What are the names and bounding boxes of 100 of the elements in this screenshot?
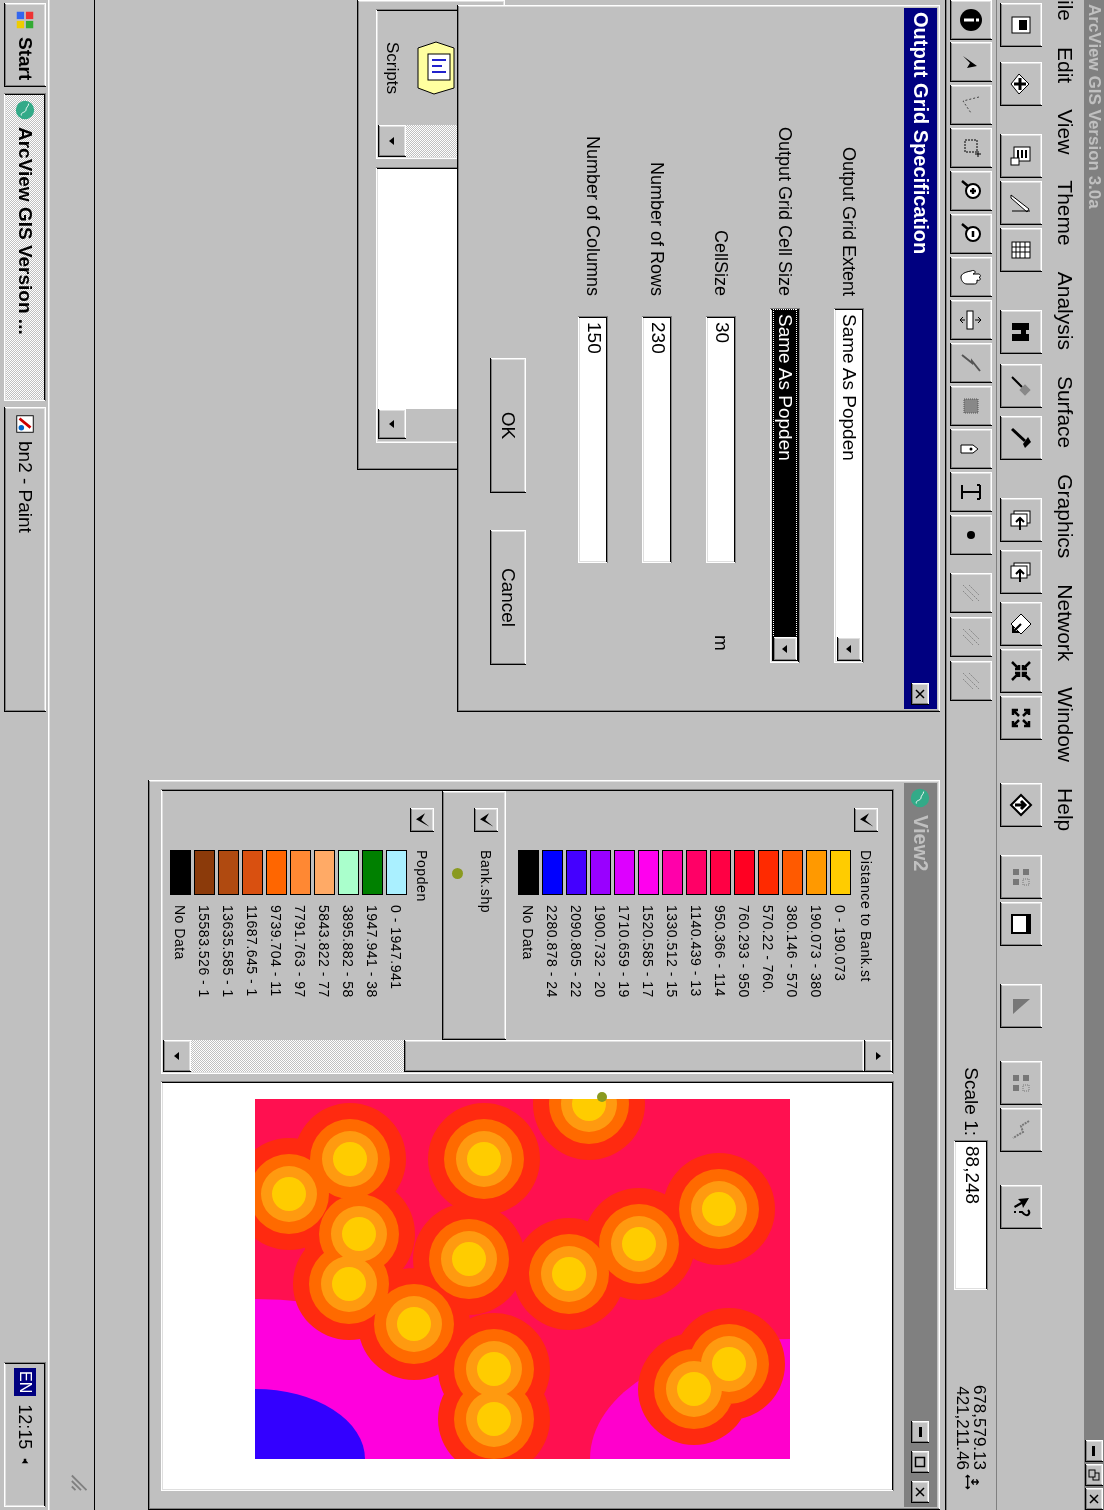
menu-item[interactable]: Surface	[1053, 375, 1077, 449]
toolbar-button[interactable]	[1000, 228, 1043, 272]
maximize-button[interactable]	[911, 1451, 930, 1473]
scrollbar[interactable]	[163, 1040, 892, 1072]
dropdown-button[interactable]	[837, 637, 861, 661]
taskbar-button[interactable]: ArcView GIS Version ...	[4, 93, 46, 401]
class-label: 0 - 190.073	[832, 905, 849, 982]
scroll-up-button[interactable]	[864, 1040, 892, 1072]
minimize-button[interactable]	[1085, 1440, 1103, 1462]
toolbar-button[interactable]	[1000, 783, 1043, 827]
class-label: 1947.941 - 38	[364, 905, 381, 998]
tool-button[interactable]	[950, 515, 993, 555]
field-label: Number of Rows	[646, 160, 668, 298]
toolbar-button[interactable]	[1000, 364, 1043, 408]
input-field[interactable]: 30	[706, 316, 736, 563]
toolbar-button[interactable]	[1000, 416, 1043, 460]
dialog-button[interactable]: Cancel	[490, 530, 526, 665]
toolbar-button[interactable]	[1000, 498, 1043, 542]
menu-item[interactable]: Network	[1053, 584, 1077, 662]
menu-item[interactable]: Analysis	[1053, 271, 1077, 350]
point-icon	[967, 531, 976, 539]
theme-entry[interactable]: Popden 0 - 1947.941 1947.941 - 38 3895.882 - 58 5843.822 - 77 7791.763 - 97 9739.704 - 11 11687.645 - 1 13635.585 - 1 15583.526 - 1 No Data	[166, 791, 434, 1040]
toolbar-button[interactable]	[1000, 902, 1043, 946]
toolbar-button[interactable]	[1000, 310, 1043, 354]
toolbar-button[interactable]	[1000, 1061, 1043, 1105]
minimize-button[interactable]	[911, 1421, 930, 1443]
tool-button[interactable]	[950, 300, 993, 340]
class-label: 7791.763 - 97	[292, 905, 309, 998]
dialog-button[interactable]: OK	[490, 358, 526, 493]
theme-name: Distance to Bank.st	[858, 850, 874, 982]
toolbar-button[interactable]	[1000, 134, 1043, 178]
tool-button[interactable]	[950, 343, 993, 383]
restore-button[interactable]	[1085, 1464, 1103, 1486]
minimize-icon	[1092, 1446, 1096, 1456]
start-button[interactable]: Start	[4, 3, 46, 87]
menu-item[interactable]: View	[1053, 109, 1077, 155]
tool-button[interactable]	[950, 573, 993, 613]
checkbox[interactable]	[410, 808, 434, 832]
dropdown-button[interactable]	[773, 637, 797, 661]
toolbar-button[interactable]	[1000, 855, 1043, 899]
scroll-down-button[interactable]	[163, 1040, 191, 1072]
diamond-icon	[1009, 612, 1034, 636]
dropdown[interactable]: Same As Popden	[834, 308, 864, 663]
toolbar-button[interactable]	[1000, 3, 1043, 47]
theme-entry[interactable]: Bank.shp	[442, 791, 506, 1040]
taskbar-button[interactable]: bn2 - Paint	[4, 407, 46, 712]
toolbar-button[interactable]	[1000, 649, 1043, 693]
menu-item[interactable]: Graphics	[1053, 474, 1077, 559]
class-label: 1520.585 - 17	[640, 905, 657, 998]
menu-item[interactable]: Help	[1053, 788, 1077, 832]
toolbar-button[interactable]	[1000, 1108, 1043, 1152]
scroll-thumb[interactable]	[404, 1040, 864, 1072]
tool-button[interactable]	[950, 85, 993, 125]
close-icon	[1088, 1493, 1100, 1505]
class-label: 3895.882 - 58	[340, 905, 357, 998]
scale-field[interactable]: 88,248	[954, 1140, 989, 1290]
close-button[interactable]	[911, 1481, 930, 1503]
toolbar-button[interactable]	[1000, 62, 1043, 106]
tool-button[interactable]	[950, 661, 993, 701]
tool-button[interactable]	[950, 429, 993, 469]
menu-item[interactable]: ile	[1053, 0, 1077, 21]
input-field[interactable]: 230	[642, 316, 672, 563]
tool-button[interactable]	[950, 128, 993, 168]
checkbox[interactable]	[474, 808, 498, 832]
tool-button[interactable]	[950, 214, 993, 254]
close-icon	[914, 688, 927, 700]
tool-button[interactable]	[950, 257, 993, 297]
input-field[interactable]: 150	[578, 316, 608, 563]
menu-item[interactable]: Window	[1053, 687, 1077, 763]
x-coordinate: 678,579.13	[971, 1384, 989, 1470]
globe-icon	[909, 787, 932, 809]
toolbar-button[interactable]	[1000, 1185, 1043, 1229]
tool-button[interactable]	[950, 617, 993, 657]
class-label: 950.366 - 114	[712, 905, 729, 997]
toolbar-button[interactable]	[1000, 602, 1043, 646]
tool-button[interactable]	[950, 42, 993, 82]
toolbar-button[interactable]	[1000, 550, 1043, 594]
toolbar-button[interactable]	[1000, 181, 1043, 225]
menu-item[interactable]: Edit	[1053, 47, 1077, 84]
close-button[interactable]	[1085, 1488, 1103, 1510]
close-button[interactable]	[911, 683, 930, 705]
theme-name: Bank.shp	[478, 850, 494, 914]
project-item[interactable]: Scripts	[382, 42, 402, 94]
check-icon	[413, 811, 431, 829]
language-indicator[interactable]: EN	[14, 1368, 36, 1397]
dropdown[interactable]: Same As Popden	[770, 308, 800, 663]
toolbar-button[interactable]	[1000, 984, 1043, 1028]
toolbar-button[interactable]	[1000, 696, 1043, 740]
map-area[interactable]	[161, 1081, 894, 1491]
scroll-down-button[interactable]	[378, 409, 406, 439]
tool-button[interactable]	[950, 472, 993, 512]
tool-button[interactable]	[950, 171, 993, 211]
tool-button[interactable]	[950, 386, 993, 426]
scroll-down-button[interactable]	[378, 125, 406, 157]
checkbox[interactable]	[854, 808, 878, 832]
menu-item[interactable]: Theme	[1053, 180, 1077, 246]
tool-button[interactable]	[950, 0, 993, 40]
script-icon	[416, 40, 456, 96]
dialog-title: Output Grid Specification	[909, 12, 932, 257]
class-label: 9739.704 - 11	[268, 905, 285, 997]
